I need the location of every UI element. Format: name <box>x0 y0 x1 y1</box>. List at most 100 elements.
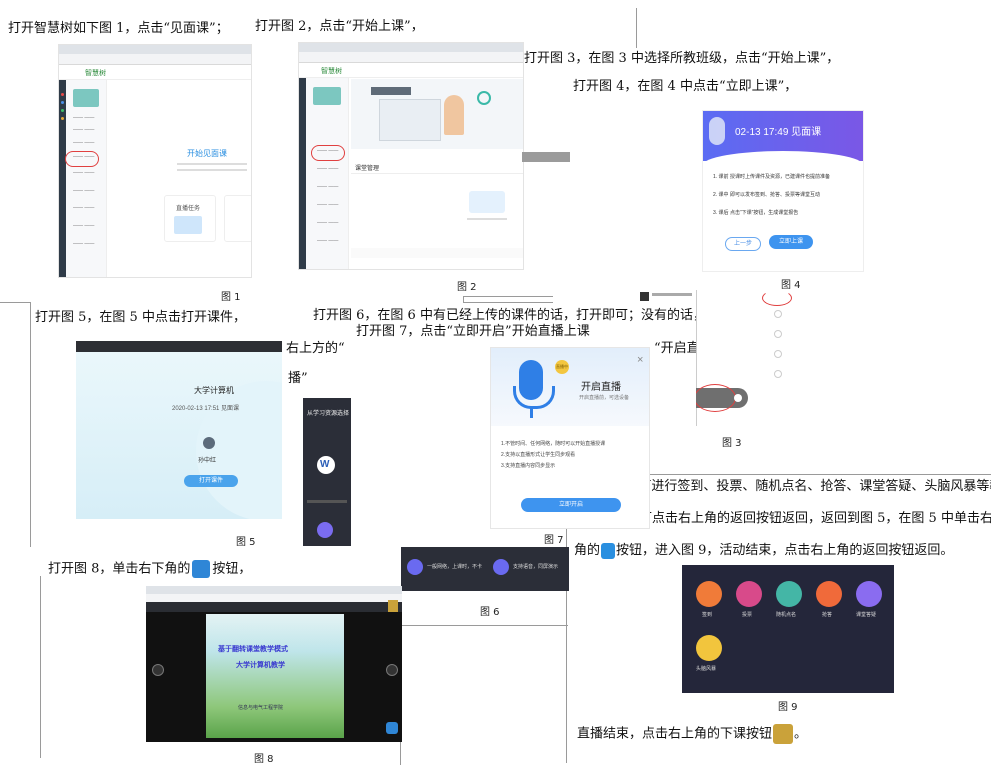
figure-6-bottom-bar: 一般网络，上课时，不卡 支持语音，同屏演示 <box>401 547 569 591</box>
divider <box>40 576 41 758</box>
step-7-text: 打开图 7，点击“立即开启”开始直播上课 <box>356 324 590 339</box>
open-courseware-button[interactable]: 打开课件 <box>184 475 238 487</box>
video-icon <box>407 559 423 575</box>
figure-1-caption: 图 1 <box>221 292 241 303</box>
course-title: 大学计算机 <box>194 386 234 395</box>
figure-4-screenshot: 02-13 17:49 见面课 1. 课前 授课时上传课件及资源，已建课件也提前… <box>702 110 864 272</box>
step-10-text: 直播结束，点击右上角的下课按钮 。 <box>577 724 807 744</box>
live-tag: 直播中 <box>556 364 568 369</box>
step-10-text-a: 直播结束，点击右上角的下课按钮 <box>577 726 773 742</box>
cropped-dark-bar <box>522 152 570 162</box>
step-8-text: 打开图 8，单击右下角的 按钮， <box>48 560 251 579</box>
qa-label: 课堂答疑 <box>856 612 877 618</box>
class-management-label: 课堂管理 <box>355 166 380 172</box>
start-now-button[interactable]: 立即上课 <box>769 235 813 249</box>
teacher-name: 孙中红 <box>198 458 217 464</box>
class-select-highlight[interactable] <box>762 290 792 306</box>
screen-share-hint: 支持语音，同屏演示 <box>513 564 559 570</box>
step-10-text-b: 。 <box>794 726 808 742</box>
interaction-button-icon <box>601 542 616 559</box>
avatar-icon <box>640 292 649 301</box>
step-6-text-b: 右上方的“ <box>286 341 345 356</box>
divider <box>400 625 568 626</box>
random-call-icon[interactable] <box>776 581 802 607</box>
meeting-title: 02-13 17:49 见面课 <box>735 127 822 138</box>
figure-8-screenshot: 基于翻转课堂教学模式 大学计算机教学 信息与电气工程学院 <box>146 586 402 742</box>
prev-slide-icon[interactable] <box>152 664 164 676</box>
figure-5-caption: 图 5 <box>236 537 256 548</box>
divider <box>636 8 637 48</box>
figure-6-caption: 图 6 <box>480 607 500 618</box>
step-9-text-d: 按钮，进入图 9，活动结束，点击右上角的返回按钮返回。 <box>616 543 954 558</box>
figure-9-caption: 图 9 <box>778 702 798 713</box>
quick-answer-icon[interactable] <box>816 581 842 607</box>
figure-3-screenshot <box>696 290 796 426</box>
step-5-text: 打开图 5，在图 5 中点击打开课件， <box>35 310 246 325</box>
step-during: 2. 课中 即可以发布签到、抢答、投票等课堂互动 <box>713 192 820 198</box>
network-hint: 一般网络，上课时，不卡 <box>427 564 483 570</box>
dialog-title: 开启直播 <box>581 382 621 393</box>
step-after: 3. 课后 点击“下课”按钮，生成课堂报告 <box>713 210 799 216</box>
step-before: 1. 课前 授课时上传课件及资源，已建课件也提前准备 <box>713 174 830 180</box>
figure-5-screenshot: 大学计算机 2020-02-13 17:51 见面课 孙中红 打开课件 <box>76 341 282 519</box>
live-task-label: 直播任务 <box>176 206 201 212</box>
close-icon[interactable]: × <box>637 354 643 366</box>
dialog-subtitle: 开启直播前，可选设备 <box>579 395 630 401</box>
feature-line-3: 3.支持直播内容同步显示 <box>501 463 556 469</box>
divider <box>0 302 30 303</box>
avatar <box>203 437 215 449</box>
quick-answer-label: 抢答 <box>822 612 833 618</box>
figure-8-caption: 图 8 <box>254 754 274 765</box>
brainstorm-label: 头脑风暴 <box>696 666 717 672</box>
user-info-line <box>652 293 692 296</box>
step-8-text-b: 按钮， <box>212 561 252 577</box>
feature-line-2: 2.支持以直播形式让学生同步观看 <box>501 452 576 458</box>
interaction-button[interactable] <box>386 722 398 734</box>
start-class-highlight <box>696 384 736 412</box>
vote-label: 投票 <box>742 612 753 618</box>
vote-icon[interactable] <box>736 581 762 607</box>
figure-3-caption: 图 3 <box>722 438 742 449</box>
step-4-text: 打开图 4，在图 4 中点击“立即上课”， <box>573 79 798 94</box>
zhihuishu-logo: 智慧树 <box>85 70 106 77</box>
step-3-text: 打开图 3，在图 3 中选择所教班级，点击“开始上课”， <box>524 51 840 66</box>
step-1-text: 打开智慧树如下图 1，点击“见面课”； <box>8 21 229 36</box>
step-6-text-c: 播” <box>288 371 308 386</box>
sign-in-label: 签到 <box>702 612 713 618</box>
slide-author: 信息与电气工程学院 <box>238 705 284 711</box>
previous-step-button[interactable]: 上一步 <box>725 237 761 251</box>
end-class-icon[interactable] <box>388 600 398 612</box>
next-slide-icon[interactable] <box>386 664 398 676</box>
divider <box>463 296 553 297</box>
step-9-text-c1: 角的 <box>574 543 601 558</box>
resource-panel-header: 从学习资源选择 <box>307 411 350 417</box>
start-live-button[interactable]: 立即开启 <box>521 498 621 512</box>
divider <box>30 302 31 547</box>
figure-6-panel: 从学习资源选择 W <box>303 398 351 546</box>
screen-share-icon <box>493 559 509 575</box>
figure-9-screenshot: 签到 投票 随机点名 抢答 课堂答疑 头脑风暴 <box>682 565 894 693</box>
figure-4-caption: 图 4 <box>781 280 801 291</box>
brainstorm-icon[interactable] <box>696 635 722 661</box>
divider <box>463 302 553 303</box>
step-9-text-c: 角的 按钮，进入图 9，活动结束，点击右上角的返回按钮返回。 <box>574 542 953 560</box>
figure-7-caption: 图 7 <box>544 535 564 546</box>
slide-title-1: 基于翻转课堂教学模式 <box>218 646 288 653</box>
meeting-time: 2020-02-13 17:51 见面课 <box>172 406 240 412</box>
step-7-text-b: “开启直 <box>654 341 700 356</box>
start-meeting-heading: 开始见面课 <box>187 149 227 158</box>
step-2-text: 打开图 2，点击“开始上课”， <box>255 19 424 34</box>
qa-icon[interactable] <box>856 581 882 607</box>
step-8-text-a: 打开图 8，单击右下角的 <box>48 561 191 577</box>
figure-7-dialog: 直播中 开启直播 开启直播前，可选设备 × 1.不管时间、任何网络，随时可以开始… <box>490 347 650 529</box>
random-call-label: 随机点名 <box>776 612 797 618</box>
end-class-icon <box>773 724 794 744</box>
interaction-button-icon <box>192 560 211 578</box>
slide-title-2: 大学计算机教学 <box>236 662 285 669</box>
figure-2-screenshot: 智慧树 —— —— —— —— —— —— —— —— —— —— —— —— … <box>298 42 524 270</box>
sign-in-icon[interactable] <box>696 581 722 607</box>
feature-line-1: 1.不管时间、任何网络，随时可以开始直播授课 <box>501 441 606 447</box>
figure-2-caption: 图 2 <box>457 282 477 293</box>
zhihuishu-logo: 智慧树 <box>321 68 342 75</box>
figure-1-screenshot: 智慧树 —— —— —— —— —— —— —— —— —— —— —— —— … <box>58 44 252 278</box>
